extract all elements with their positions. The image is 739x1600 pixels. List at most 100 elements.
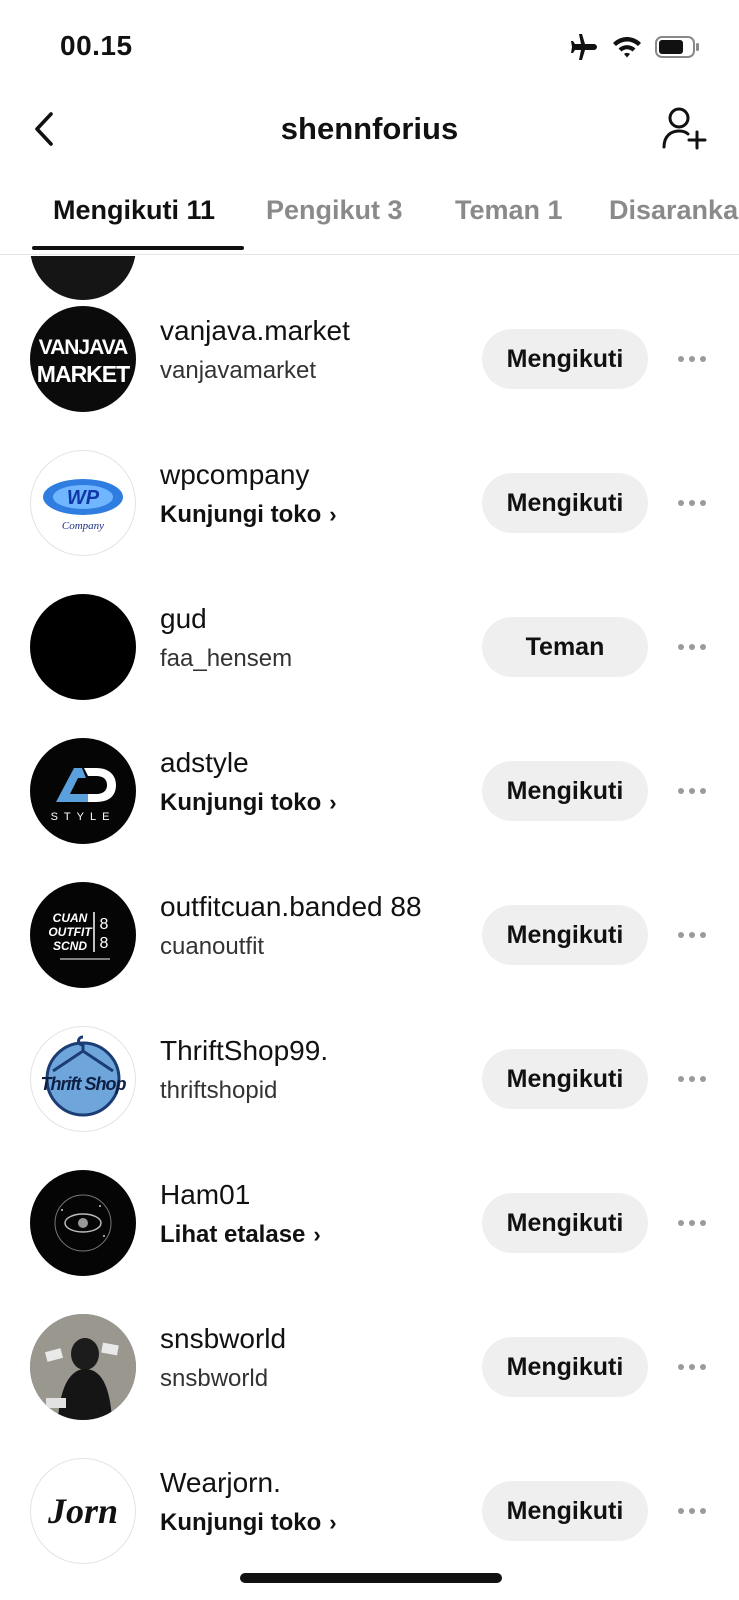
following-button[interactable]: Mengikuti [482,473,648,533]
avatar: Jorn [30,1458,136,1564]
airplane-icon [569,33,599,61]
list-item-partial [0,256,739,300]
following-button[interactable]: Mengikuti [482,1481,648,1541]
status-icons [569,30,701,64]
svg-text:Jorn: Jorn [47,1491,118,1531]
list-item[interactable]: Ham01 Lihat etalase › Mengikuti [0,1157,739,1287]
friends-button[interactable]: Teman [482,617,648,677]
more-options-button[interactable] [672,344,712,374]
svg-text:Thrift Shop: Thrift Shop [41,1074,127,1094]
list-item[interactable]: gud faa_hensem Teman [0,581,739,711]
following-button[interactable]: Mengikuti [482,1193,648,1253]
chevron-right-icon: › [329,790,337,815]
avatar: CUAN OUTFIT SCND 8 8 [30,882,136,988]
account-username: vanjavamarket [160,357,317,384]
account-name[interactable]: Wearjorn. [160,1467,281,1499]
more-horizontal-icon [678,788,684,794]
battery-icon [655,35,701,59]
vanjava-logo: VANJAVA MARKET [37,336,131,387]
following-list[interactable]: VANJAVA MARKET vanjava.market vanjavamar… [0,256,739,1566]
account-username: faa_hensem [160,645,293,672]
account-name[interactable]: Ham01 [160,1179,250,1211]
more-horizontal-icon [678,1364,684,1370]
more-options-button[interactable] [672,1064,712,1094]
list-item[interactable]: CUAN OUTFIT SCND 8 8 outfitcuan.banded 8… [0,869,739,999]
view-showcase-link[interactable]: Lihat etalase › [160,1221,321,1249]
list-item[interactable]: snsbworld snsbworld Mengikuti [0,1301,739,1431]
more-horizontal-icon [678,1508,684,1514]
tab-following[interactable]: Mengikuti 11 [53,195,215,226]
following-button[interactable]: Mengikuti [482,1049,648,1109]
avatar: WP Company [30,450,136,556]
snsbworld-photo [30,1314,136,1420]
account-username: snsbworld [160,1365,269,1392]
avatar: Thrift Shop [30,1026,136,1132]
following-button[interactable]: Mengikuti [482,905,648,965]
account-name[interactable]: snsbworld [160,1323,286,1355]
tab-active-indicator [32,246,244,250]
list-item[interactable]: VANJAVA MARKET vanjava.market vanjavamar… [0,293,739,423]
avatar: STYLE [30,738,136,844]
adstyle-logo: STYLE [51,768,116,823]
ham01-logo [54,1194,112,1252]
more-options-button[interactable] [672,1352,712,1382]
svg-text:WP: WP [67,487,100,509]
add-user-button[interactable] [659,103,711,155]
avatar [30,1314,136,1420]
status-time: 00.15 [60,30,133,61]
visit-store-link[interactable]: Kunjungi toko › [160,789,337,817]
wpcompany-logo: WP Company [43,479,123,532]
account-name[interactable]: adstyle [160,747,249,779]
account-name[interactable]: outfitcuan.banded 88 [160,891,422,923]
thriftshop-logo: Thrift Shop [41,1035,127,1117]
more-options-button[interactable] [672,920,712,950]
more-options-button[interactable] [672,1208,712,1238]
tab-followers[interactable]: Pengikut 3 [266,195,403,226]
more-options-button[interactable] [672,776,712,806]
account-username: thriftshopid [160,1077,278,1104]
list-item[interactable]: Thrift Shop ThriftShop99. thriftshopid M… [0,1013,739,1143]
tab-friends[interactable]: Teman 1 [455,195,563,226]
list-item[interactable]: Jorn Wearjorn. Kunjungi toko › Mengikuti [0,1445,739,1566]
account-username: cuanoutfit [160,933,265,960]
svg-text:MARKET: MARKET [37,361,130,387]
more-options-button[interactable] [672,1496,712,1526]
more-horizontal-icon [678,500,684,506]
tab-bar: Mengikuti 11 Pengikut 3 Teman 1 Disarank… [0,175,739,255]
outfitcuan-logo: CUAN OUTFIT SCND 8 8 [48,911,110,960]
avatar: VANJAVA MARKET [30,306,136,412]
following-button[interactable]: Mengikuti [482,761,648,821]
following-button[interactable]: Mengikuti [482,329,648,389]
svg-text:STYLE: STYLE [51,811,116,823]
visit-store-link[interactable]: Kunjungi toko › [160,501,337,529]
more-options-button[interactable] [672,632,712,662]
more-horizontal-icon [678,356,684,362]
visit-store-link[interactable]: Kunjungi toko › [160,1509,337,1537]
avatar [30,594,136,700]
svg-text:OUTFIT: OUTFIT [48,925,93,939]
list-item[interactable]: WP Company wpcompany Kunjungi toko › Meng… [0,437,739,567]
page-title: shennforius [280,111,459,146]
tab-suggested[interactable]: Disaranka [609,195,738,226]
account-name[interactable]: gud [160,603,207,635]
avatar [30,1170,136,1276]
list-item[interactable]: STYLE adstyle Kunjungi toko › Mengikuti [0,725,739,855]
more-options-button[interactable] [672,488,712,518]
account-name[interactable]: vanjava.market [160,315,350,347]
home-indicator[interactable] [240,1573,502,1583]
svg-text:SCND: SCND [53,939,87,953]
following-button[interactable]: Mengikuti [482,1337,648,1397]
chevron-right-icon: › [329,502,337,527]
wifi-icon [611,34,643,60]
more-horizontal-icon [678,1076,684,1082]
account-name[interactable]: ThriftShop99. [160,1035,328,1067]
nav-header: shennforius [0,95,739,175]
svg-text:8: 8 [100,916,109,933]
svg-text:CUAN: CUAN [53,911,88,925]
chevron-right-icon: › [313,1222,321,1247]
chevron-right-icon: › [329,1510,337,1535]
account-name[interactable]: wpcompany [160,459,309,491]
more-horizontal-icon [678,1220,684,1226]
svg-text:Company: Company [62,520,104,532]
more-horizontal-icon [678,644,684,650]
